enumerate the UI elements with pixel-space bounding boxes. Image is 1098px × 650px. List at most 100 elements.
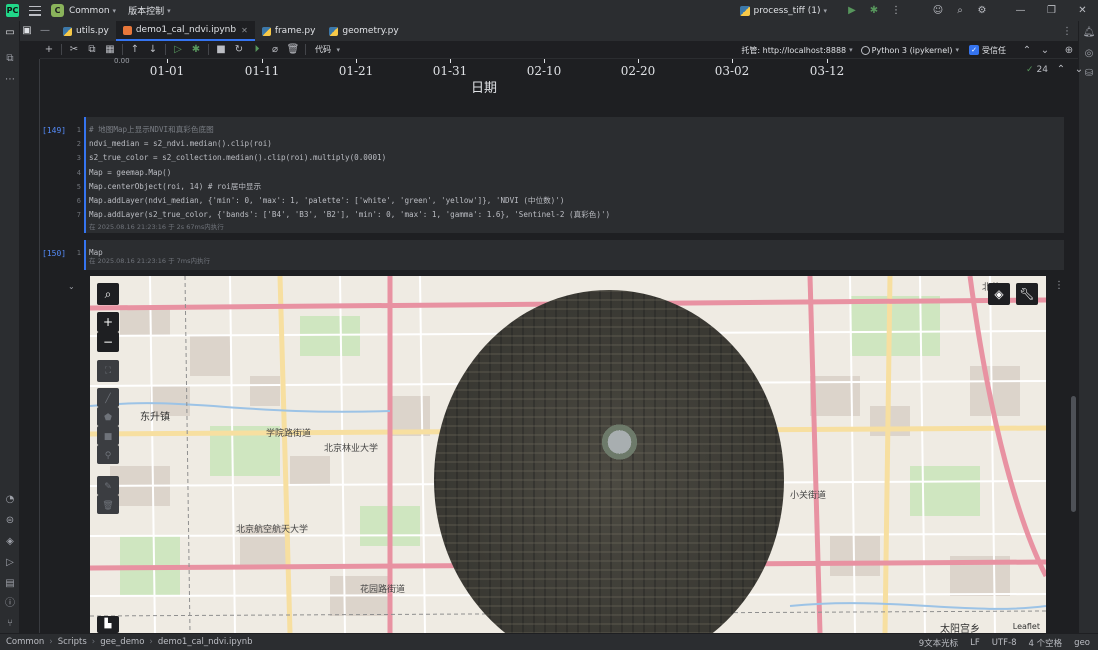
chevron-right-icon: › — [49, 637, 53, 647]
run-cell-icon[interactable]: ▷ — [169, 44, 187, 55]
tab-frame[interactable]: frame.py — [255, 21, 323, 41]
fullscreen-icon[interactable]: ⛶ — [97, 360, 119, 382]
run-config-selector[interactable]: process_tiff (1) ▾ — [739, 5, 827, 16]
debug-icon[interactable]: ✱ — [863, 5, 885, 16]
code-line[interactable]: 1 # 地图Map上显示NDVI和真彩色底图 — [77, 123, 1064, 137]
globe-icon[interactable]: ⊕ — [1060, 45, 1078, 56]
wrench-icon[interactable]: 🔧︎ — [1016, 283, 1038, 305]
move-up-icon[interactable]: ↑ — [126, 44, 144, 55]
arrow-up-icon[interactable]: ⌃ — [1052, 64, 1070, 75]
project-selector[interactable]: Common — [69, 6, 110, 16]
folder-icon[interactable]: ▭ — [3, 26, 17, 40]
breadcrumb-item[interactable]: Common — [6, 637, 44, 647]
app-logo-icon[interactable]: PC — [6, 4, 19, 17]
draw-line-icon[interactable]: ╱ — [97, 388, 119, 407]
code-line[interactable]: 6 Map.addLayer(ndvi_median, {'min': 0, '… — [77, 194, 1064, 208]
structure-icon[interactable]: ⧉ — [3, 52, 17, 66]
run-all-icon[interactable]: ⏵ — [248, 44, 266, 55]
delete-layers-icon[interactable]: 🗑︎ — [97, 495, 119, 514]
ai-assistant-icon[interactable]: ◎ — [1082, 47, 1096, 61]
python-file-icon — [329, 26, 339, 36]
minimize-button[interactable]: — — [1005, 5, 1036, 16]
map-attribution[interactable]: Leaflet — [1013, 622, 1040, 631]
tab-utils[interactable]: utils.py — [56, 21, 116, 41]
line-ending[interactable]: LF — [970, 638, 980, 648]
services-icon[interactable]: ◈ — [3, 535, 17, 549]
output-more-icon[interactable]: ⋮ — [1054, 280, 1064, 291]
copy-icon[interactable]: ⧉ — [83, 44, 101, 55]
debug-cell-icon[interactable]: ✱ — [187, 44, 205, 55]
breadcrumb-item[interactable]: demo1_cal_ndvi.ipynb — [158, 637, 253, 647]
cut-icon[interactable]: ✂ — [65, 44, 83, 55]
code-line[interactable]: 2 ndvi_median = s2_ndvi.median().clip(ro… — [77, 137, 1064, 151]
kernel-selector[interactable]: Python 3 (ipykernel) — [872, 46, 953, 55]
delete-cell-icon[interactable]: 🗑︎ — [284, 44, 302, 55]
settings-icon[interactable]: ⚙ — [971, 5, 993, 16]
trusted-checkbox[interactable]: ✓ — [969, 45, 979, 55]
collapse-output-icon[interactable]: ⌄ — [68, 282, 75, 291]
vertical-scrollbar[interactable] — [1071, 396, 1076, 512]
draw-rectangle-icon[interactable]: ■ — [97, 426, 119, 445]
breadcrumb-item[interactable]: gee_demo — [100, 637, 144, 647]
chart-axis-remnant: 0.00 01-01 01-11 01-21 01-31 02-10 02-20… — [84, 57, 1064, 107]
cell-type-select[interactable]: 代码 ▾ — [315, 44, 340, 55]
map-search-icon[interactable]: ⌕ — [97, 283, 119, 305]
code-text: Map = geemap.Map() — [89, 167, 172, 177]
code-line[interactable]: 3 s2_true_color = s2_collection.median()… — [77, 151, 1064, 165]
more-tools-icon[interactable]: ⋯ — [3, 73, 17, 87]
notifications-icon[interactable]: 🔔︎ — [1082, 26, 1096, 40]
vcs-menu[interactable]: 版本控制 — [128, 4, 164, 17]
basemap-toggle-icon[interactable]: ▙ — [97, 616, 119, 633]
interpreter-selector[interactable]: geo — [1074, 638, 1090, 648]
code-line[interactable]: 7 Map.addLayer(s2_true_color, {'bands': … — [77, 208, 1064, 222]
account-icon[interactable]: ☺ — [927, 5, 949, 16]
collapse-icon[interactable]: — — [38, 24, 52, 38]
git-icon[interactable]: ⑂ — [3, 617, 17, 631]
tab-demo1-notebook[interactable]: demo1_cal_ndvi.ipynb ✕ — [115, 21, 255, 41]
layers-icon[interactable]: ◈ — [988, 283, 1010, 305]
stop-icon[interactable]: ■ — [212, 44, 230, 55]
restart-kernel-icon[interactable]: ↻ — [230, 44, 248, 55]
project-view-icon[interactable]: ▣ — [20, 24, 34, 38]
inspections-widget[interactable]: ✓ 24 ⌃ ⌄ — [1026, 64, 1088, 75]
close-tab-icon[interactable]: ✕ — [241, 26, 248, 35]
paste-icon[interactable]: ▦ — [101, 44, 119, 55]
arrow-up-icon[interactable]: ⌃ — [1018, 45, 1036, 56]
code-line[interactable]: 5 Map.centerObject(roi, 14) # roi居中显示 — [77, 180, 1064, 194]
problems-icon[interactable]: ⓘ — [3, 597, 17, 611]
jupyter-server-selector[interactable]: 托管: http://localhost:8888 — [741, 45, 846, 56]
zoom-out-button[interactable]: − — [97, 332, 119, 352]
python-packages-icon[interactable]: ◔ — [3, 493, 17, 507]
x-tick-label: 01-21 — [338, 64, 374, 78]
draw-marker-icon[interactable]: ⚲ — [97, 445, 119, 464]
code-cell-149[interactable]: 1 # 地图Map上显示NDVI和真彩色底图 2 ndvi_median = s… — [77, 117, 1064, 233]
breadcrumb-item[interactable]: Scripts — [58, 637, 87, 647]
terminal-icon[interactable]: ▤ — [3, 577, 17, 591]
run-tool-icon[interactable]: ▷ — [3, 556, 17, 570]
file-encoding[interactable]: UTF-8 — [992, 638, 1017, 648]
tab-geometry[interactable]: geometry.py — [322, 21, 405, 41]
project-badge[interactable]: C — [51, 4, 64, 17]
edit-layers-icon[interactable]: ✎ — [97, 476, 119, 495]
more-icon[interactable]: ⋮ — [885, 5, 907, 16]
close-button[interactable]: ✕ — [1067, 5, 1098, 16]
arrow-down-icon[interactable]: ⌄ — [1070, 64, 1088, 75]
search-icon[interactable]: ⌕ — [949, 5, 971, 16]
indent-setting[interactable]: 4 个空格 — [1029, 637, 1063, 649]
add-cell-icon[interactable]: + — [40, 44, 58, 55]
python-console-icon[interactable]: ⊜ — [3, 514, 17, 528]
clear-outputs-icon[interactable]: ⌀ — [266, 44, 284, 55]
run-icon[interactable]: ▶ — [841, 5, 863, 16]
cursor-position[interactable]: 9文本光标 — [919, 637, 958, 649]
draw-polygon-icon[interactable]: ⬟ — [97, 407, 119, 426]
code-line[interactable]: 4 Map = geemap.Map() — [77, 166, 1064, 180]
map-output[interactable]: 东升镇 学院路街道 北京林业大学 北京航空航天大学 花园路街道 太阳宫乡 小关街… — [90, 276, 1046, 633]
move-down-icon[interactable]: ↓ — [144, 44, 162, 55]
code-line[interactable]: 1 Map — [77, 246, 1064, 260]
zoom-in-button[interactable]: + — [97, 312, 119, 332]
code-cell-150[interactable]: 1 Map 在 2025.08.16 21:23:16 于 7ms内执行 — [77, 240, 1064, 270]
restore-button[interactable]: ❐ — [1036, 5, 1067, 16]
main-menu-icon[interactable] — [29, 5, 41, 16]
tabs-more-icon[interactable]: ⋮ — [1062, 26, 1072, 37]
arrow-down-icon[interactable]: ⌄ — [1036, 45, 1054, 56]
